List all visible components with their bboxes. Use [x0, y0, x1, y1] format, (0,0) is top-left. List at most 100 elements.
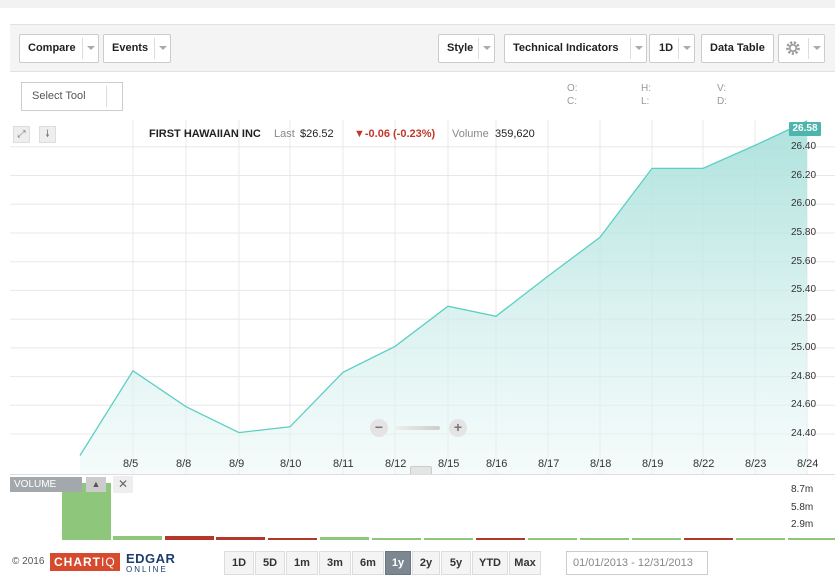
technical-indicators-label: Technical Indicators [513, 42, 619, 54]
volume-tick: 2.9m [791, 519, 814, 530]
select-tool-label: Select Tool [32, 90, 86, 102]
volume-bar [580, 538, 629, 540]
volume-value: 359,620 [495, 128, 535, 140]
period-button-ytd[interactable]: YTD [472, 551, 508, 575]
download-icon[interactable]: 🠗 [39, 126, 56, 143]
period-button-5y[interactable]: 5y [441, 551, 471, 575]
y-axis-tick: 24.40 [791, 428, 817, 439]
expand-icon[interactable]: ⤢ [13, 126, 30, 143]
high-label: H: [641, 83, 651, 94]
data-table-button[interactable]: Data Table [701, 34, 774, 63]
x-axis-tick: 8/22 [693, 458, 715, 470]
settings-button[interactable] [778, 34, 825, 63]
volume-divider [10, 474, 835, 475]
x-axis-tick: 8/16 [486, 458, 508, 470]
zoom-out-icon[interactable]: − [370, 419, 388, 437]
price-area [80, 121, 807, 474]
volume-bar [372, 538, 421, 540]
data-table-label: Data Table [710, 42, 765, 54]
period-label: 1D [659, 42, 674, 54]
period-button-2y[interactable]: 2y [412, 551, 440, 575]
x-axis-tick: 8/19 [642, 458, 664, 470]
open-label: O: [567, 83, 578, 94]
x-axis-tick: 8/8 [176, 458, 192, 470]
volume-tick: 8.7m [791, 484, 814, 495]
logo-chart-text: CHART [54, 555, 101, 569]
price-change: ▼-0.06 (-0.23%) [354, 128, 436, 140]
x-axis-tick: 8/23 [745, 458, 767, 470]
close-label: C: [567, 96, 577, 107]
volume-bar [476, 537, 525, 540]
y-axis-tick: 26.00 [791, 198, 817, 210]
volume-label: Volume [452, 128, 489, 140]
chevron-down-icon [678, 38, 694, 59]
date-range-input[interactable]: 01/01/2013 - 12/31/2013 [566, 551, 708, 575]
x-axis-tick: 8/15 [438, 458, 460, 470]
chartiq-logo: CHARTIQ [50, 553, 120, 571]
volume-bar [424, 538, 473, 540]
volume-panel-label: VOLUME [10, 477, 82, 492]
x-axis-tick: 8/17 [538, 458, 560, 470]
volume-bar [320, 537, 369, 540]
edgar-logo: EDGAR [126, 551, 176, 566]
last-value: $26.52 [300, 128, 334, 140]
style-label: Style [447, 42, 474, 54]
y-axis-tick: 25.00 [791, 341, 817, 353]
x-axis-tick: 8/24 [797, 458, 819, 470]
zoom-slider[interactable] [396, 426, 440, 430]
period-button[interactable]: 1D [649, 34, 695, 63]
volume-bar [165, 536, 214, 540]
volume-bar [216, 537, 265, 540]
x-axis-tick: 8/11 [333, 458, 354, 470]
volume-bar [528, 538, 577, 540]
last-label: Last [274, 128, 295, 140]
instrument-name: FIRST HAWAIIAN INC [149, 128, 261, 140]
volume-readout-label: V: [717, 83, 727, 94]
volume-bar [736, 538, 785, 540]
last-price-badge: 26.58 [789, 122, 821, 136]
top-strip [0, 0, 835, 8]
arrow-up-icon[interactable]: ▲ [86, 477, 106, 492]
select-tool-dropdown[interactable]: Select Tool [21, 82, 123, 111]
period-button-max[interactable]: Max [509, 551, 541, 575]
price-chart-svg [10, 120, 835, 474]
y-axis-tick: 26.40 [791, 140, 817, 152]
x-axis-tick: 8/5 [123, 458, 139, 470]
y-axis-tick: 25.40 [791, 284, 817, 296]
copyright: © 2016 [12, 556, 45, 567]
y-axis-tick: 26.20 [791, 169, 817, 181]
edgar-online-text: ONLINE [126, 565, 168, 574]
events-button[interactable]: Events [103, 34, 171, 63]
x-axis-tick: 8/9 [229, 458, 245, 470]
period-button-5d[interactable]: 5D [255, 551, 285, 575]
period-button-1y[interactable]: 1y [385, 551, 411, 575]
chart-toolbar: Compare Events Style Technical Indicator… [10, 24, 835, 72]
volume-panel [10, 474, 835, 540]
period-button-1m[interactable]: 1m [286, 551, 318, 575]
volume-bar [788, 538, 835, 540]
x-axis-tick: 8/12 [385, 458, 407, 470]
period-button-1d[interactable]: 1D [224, 551, 254, 575]
zoom-in-icon[interactable]: + [449, 419, 467, 437]
volume-bar [268, 538, 317, 540]
volume-bar [113, 536, 162, 540]
chevron-down-icon [478, 38, 494, 59]
chevron-down-icon [630, 38, 646, 59]
compare-button[interactable]: Compare [19, 34, 99, 63]
compare-label: Compare [28, 42, 76, 54]
y-axis-tick: 25.80 [791, 226, 817, 238]
y-axis-tick: 25.20 [791, 313, 817, 325]
period-button-6m[interactable]: 6m [352, 551, 384, 575]
y-axis-tick: 25.60 [791, 255, 817, 267]
events-label: Events [112, 42, 149, 54]
chart-subbar: Select Tool O: C: H: L: V: D: [10, 73, 835, 120]
volume-bar [632, 538, 681, 540]
chevron-down-icon [154, 38, 170, 59]
technical-indicators-button[interactable]: Technical Indicators [504, 34, 647, 63]
period-button-3m[interactable]: 3m [319, 551, 351, 575]
price-chart[interactable] [10, 120, 835, 474]
close-icon[interactable]: ✕ [113, 476, 133, 493]
style-button[interactable]: Style [438, 34, 495, 63]
gear-icon [786, 41, 800, 55]
x-axis-tick: 8/10 [280, 458, 302, 470]
